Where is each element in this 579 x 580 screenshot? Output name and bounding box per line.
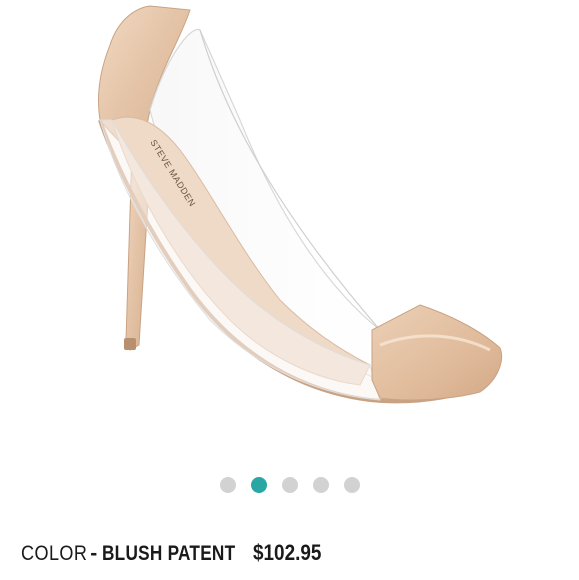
- color-value: BLUSH PATENT: [102, 542, 236, 565]
- product-image[interactable]: STEVE MADDEN: [0, 0, 579, 462]
- shoe-illustration: STEVE MADDEN: [97, 5, 503, 404]
- image-carousel-dots: [0, 477, 579, 495]
- color-selection-row: COLOR - BLUSH PATENT $102.95: [21, 540, 332, 570]
- toe-cap: [371, 304, 503, 401]
- carousel-dot-2[interactable]: [250, 477, 267, 493]
- carousel-dot-3[interactable]: [281, 477, 298, 493]
- color-separator: -: [90, 542, 98, 565]
- color-label: COLOR: [21, 542, 88, 565]
- product-price: $102.95: [252, 540, 322, 565]
- carousel-dot-5[interactable]: [343, 477, 360, 493]
- carousel-dot-1[interactable]: [219, 477, 236, 493]
- carousel-dot-4[interactable]: [312, 477, 329, 493]
- heel-tip: [124, 338, 136, 350]
